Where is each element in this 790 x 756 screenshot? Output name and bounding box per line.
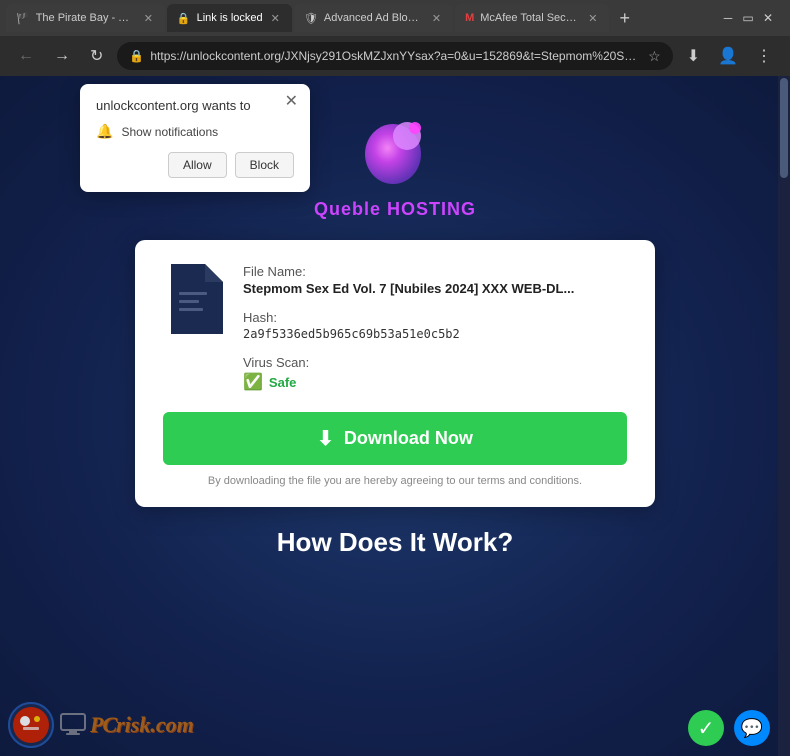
tab3-close[interactable]: ✕: [430, 10, 443, 27]
menu-icon[interactable]: ⋮: [750, 42, 778, 70]
safe-status: Safe: [269, 375, 296, 390]
tab4-favicon: M: [465, 12, 474, 24]
tab2-label: Link is locked: [197, 12, 263, 24]
safe-check-icon: ✅: [243, 372, 263, 392]
allow-button[interactable]: Allow: [168, 152, 227, 178]
back-button[interactable]: ←: [12, 43, 40, 69]
terms-text: By downloading the file you are hereby a…: [163, 475, 627, 487]
tab-link-locked[interactable]: 🔒 Link is locked ✕: [167, 4, 292, 32]
toolbar-icons: ⬇ 👤 ⋮: [681, 42, 778, 70]
forward-button[interactable]: →: [48, 43, 76, 69]
tab-ad-blocker[interactable]: 🛡 Advanced Ad Blocker ✕: [294, 4, 453, 32]
download-now-button[interactable]: ⬇ Download Now: [163, 412, 627, 465]
pcrisk-text: PC risk.com: [58, 710, 194, 740]
scrollbar-thumb[interactable]: [780, 78, 788, 178]
restore-button[interactable]: ▭: [740, 10, 756, 26]
address-bar-row: ← → ↻ 🔒 https://unlockcontent.org/JXNjsy…: [0, 36, 790, 76]
tab2-close[interactable]: ✕: [269, 10, 282, 27]
logo-text: Queble HOSTING: [314, 199, 476, 220]
profile-icon[interactable]: 👤: [712, 42, 744, 70]
logo-blob: [355, 106, 435, 191]
tab1-label: The Pirate Bay - The g...: [36, 12, 136, 24]
chat-bubble-icon[interactable]: 💬: [734, 710, 770, 746]
url-bar[interactable]: 🔒 https://unlockcontent.org/JXNjsy291Osk…: [117, 42, 672, 70]
download-icon[interactable]: ⬇: [681, 42, 706, 70]
green-check-icon[interactable]: ✓: [688, 710, 724, 746]
download-arrow-icon: ⬇: [317, 426, 334, 451]
tab-bar: 🏴 The Pirate Bay - The g... ✕ 🔒 Link is …: [0, 0, 790, 36]
popup-close-button[interactable]: ✕: [285, 94, 298, 110]
tab3-label: Advanced Ad Blocker: [324, 12, 424, 24]
file-name-value: Stepmom Sex Ed Vol. 7 [Nubiles 2024] XXX…: [243, 281, 627, 296]
bell-icon: 🔔: [96, 123, 113, 140]
hash-label: Hash:: [243, 310, 627, 325]
pcrisk-risk-text: risk.com: [116, 712, 194, 738]
reload-button[interactable]: ↻: [84, 42, 109, 70]
pcrisk-logo-circle: [8, 702, 54, 748]
popup-title: unlockcontent.org wants to: [96, 98, 294, 113]
window-controls: ─ ▭ ✕: [720, 10, 784, 26]
download-now-label: Download Now: [344, 428, 473, 449]
virus-row: ✅ Safe: [243, 372, 627, 392]
tab1-close[interactable]: ✕: [142, 10, 155, 27]
file-icon: [163, 264, 223, 334]
scrollbar[interactable]: [778, 76, 790, 756]
bookmark-icon: ☆: [648, 48, 661, 65]
tab3-favicon: 🛡: [304, 12, 318, 25]
tab1-favicon: 🏴: [16, 12, 30, 25]
browser-chrome: 🏴 The Pirate Bay - The g... ✕ 🔒 Link is …: [0, 0, 790, 76]
file-card: File Name: Stepmom Sex Ed Vol. 7 [Nubile…: [135, 240, 655, 507]
tab4-label: McAfee Total Security: [480, 12, 580, 24]
virus-label: Virus Scan:: [243, 355, 627, 370]
lock-icon: 🔒: [129, 49, 144, 63]
pcrisk-brand-text: PC: [90, 712, 116, 738]
minimize-button[interactable]: ─: [720, 10, 736, 26]
file-name-label: File Name:: [243, 264, 627, 279]
file-meta: File Name: Stepmom Sex Ed Vol. 7 [Nubile…: [243, 264, 627, 392]
notification-label: Show notifications: [121, 125, 218, 139]
file-card-top: File Name: Stepmom Sex Ed Vol. 7 [Nubile…: [163, 264, 627, 392]
monitor-icon: [58, 710, 88, 740]
block-button[interactable]: Block: [235, 152, 294, 178]
tab-pirate-bay[interactable]: 🏴 The Pirate Bay - The g... ✕: [6, 4, 165, 32]
how-title: How Does It Work?: [277, 527, 513, 558]
popup-buttons: Allow Block: [96, 152, 294, 178]
bottom-right-icons: ✓ 💬: [688, 710, 770, 746]
how-section: How Does It Work?: [0, 527, 790, 566]
new-tab-button[interactable]: +: [611, 8, 638, 29]
notification-popup: unlockcontent.org wants to ✕ 🔔 Show noti…: [80, 84, 310, 192]
tab2-favicon: 🔒: [177, 12, 191, 25]
page-content: unlockcontent.org wants to ✕ 🔔 Show noti…: [0, 76, 790, 756]
tab4-close[interactable]: ✕: [586, 10, 599, 27]
url-text: https://unlockcontent.org/JXNjsy291OskMZ…: [150, 49, 642, 63]
close-button[interactable]: ✕: [760, 10, 776, 26]
pcrisk-watermark: PC risk.com: [0, 702, 194, 748]
tab-mcafee[interactable]: M McAfee Total Security ✕: [455, 4, 609, 32]
notification-row: 🔔 Show notifications: [96, 123, 294, 140]
hash-value: 2a9f5336ed5b965c69b53a51e0c5b2: [243, 327, 627, 341]
